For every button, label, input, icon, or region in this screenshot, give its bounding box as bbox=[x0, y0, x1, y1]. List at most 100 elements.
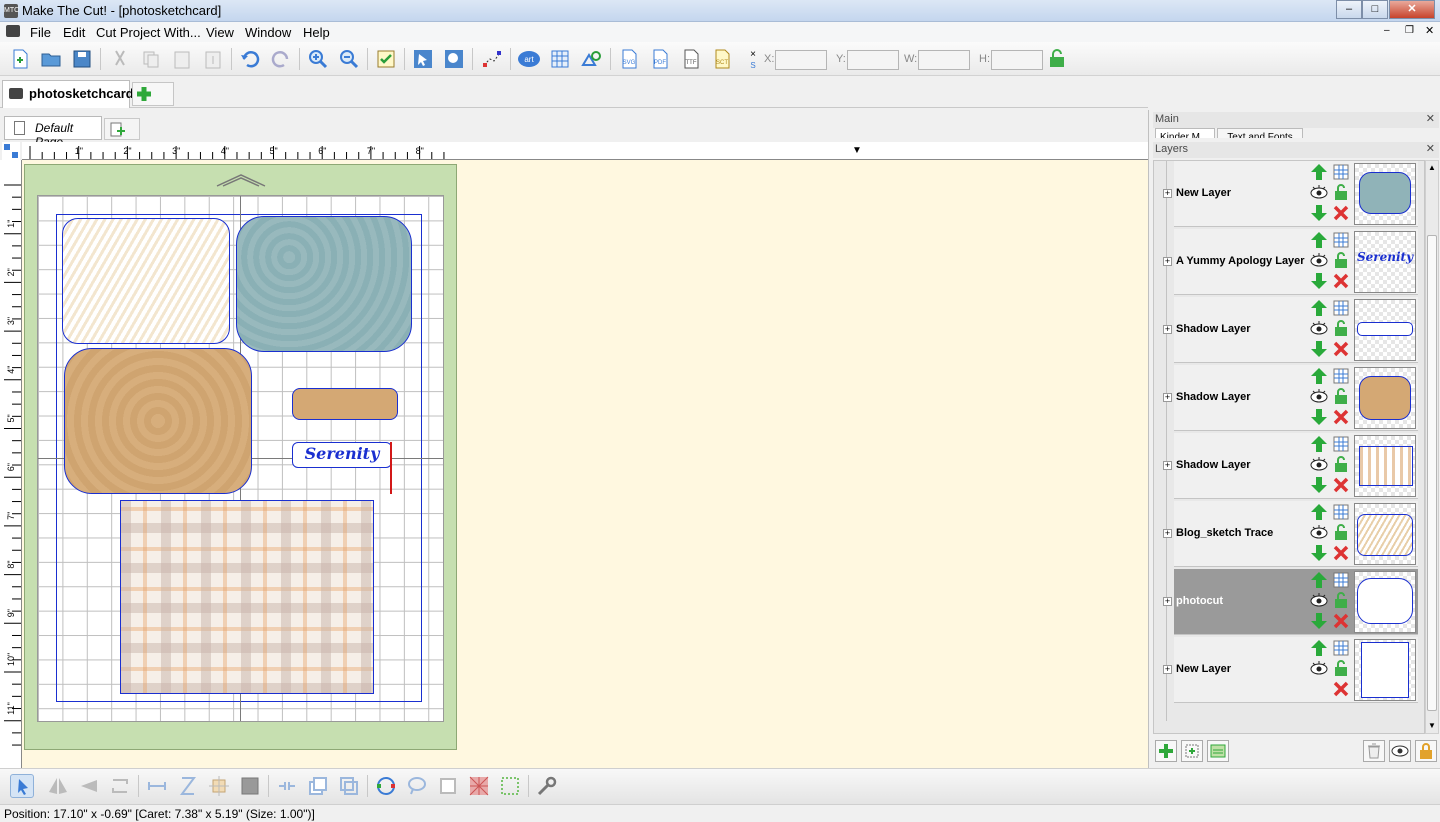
rectangle-tool-icon[interactable] bbox=[436, 774, 460, 798]
menu-cut-project-with[interactable]: Cut Project With... bbox=[96, 25, 201, 40]
delete-layer-button[interactable] bbox=[1363, 740, 1385, 762]
dotted-grid-icon[interactable] bbox=[498, 774, 522, 798]
open-folder-icon[interactable] bbox=[39, 47, 63, 71]
circle-tool-icon[interactable] bbox=[374, 774, 398, 798]
main-panel-close-icon[interactable]: ✕ bbox=[1426, 112, 1435, 125]
move-layer-up-icon[interactable] bbox=[1310, 571, 1328, 589]
cut-icon[interactable] bbox=[108, 47, 132, 71]
layer-lock-icon[interactable] bbox=[1332, 251, 1350, 269]
intersect-icon[interactable] bbox=[337, 774, 361, 798]
mdi-restore-button[interactable]: ❐ bbox=[1405, 25, 1414, 36]
move-layer-down-icon[interactable] bbox=[1310, 544, 1328, 562]
move-layer-down-icon[interactable] bbox=[1310, 612, 1328, 630]
layer-row[interactable]: + photocut bbox=[1163, 569, 1418, 635]
design-canvas[interactable]: Serenity bbox=[22, 160, 1148, 768]
layer-lock-icon[interactable] bbox=[1332, 591, 1350, 609]
layer-grid-icon[interactable] bbox=[1332, 435, 1350, 453]
weld-icon[interactable] bbox=[275, 774, 299, 798]
serenity-text-shape[interactable]: Serenity bbox=[292, 442, 392, 468]
layer-grid-icon[interactable] bbox=[1332, 503, 1350, 521]
move-layer-up-icon[interactable] bbox=[1310, 503, 1328, 521]
plaid-pattern-shape[interactable] bbox=[120, 500, 374, 694]
move-layer-down-icon[interactable] bbox=[1310, 476, 1328, 494]
lock-ratio-icon[interactable] bbox=[1045, 47, 1069, 71]
layer-lock-icon[interactable] bbox=[1332, 659, 1350, 677]
w-field[interactable] bbox=[918, 50, 970, 70]
move-layer-up-icon[interactable] bbox=[1310, 435, 1328, 453]
sketch-photo-shape[interactable] bbox=[62, 218, 230, 344]
layer-visibility-icon[interactable] bbox=[1310, 251, 1328, 269]
ruler-dropdown-icon[interactable]: ▼ bbox=[852, 145, 862, 156]
paste-icon[interactable] bbox=[170, 47, 194, 71]
layer-visibility-icon[interactable] bbox=[1310, 455, 1328, 473]
import-ttf-icon[interactable]: TTF bbox=[679, 47, 703, 71]
layer-visibility-icon[interactable] bbox=[1310, 319, 1328, 337]
menu-edit[interactable]: Edit bbox=[63, 25, 85, 40]
layer-lock-icon[interactable] bbox=[1332, 523, 1350, 541]
magnify-tool-icon[interactable] bbox=[442, 47, 466, 71]
add-sublayer-button[interactable] bbox=[1181, 740, 1203, 762]
close-window-button[interactable]: ✕ bbox=[1389, 0, 1435, 19]
import-cut-icon[interactable]: SCT bbox=[710, 47, 734, 71]
save-icon[interactable] bbox=[70, 47, 94, 71]
tan-pattern-shape[interactable] bbox=[64, 348, 252, 494]
checklist-icon[interactable] bbox=[374, 47, 398, 71]
scroll-up-icon[interactable]: ▲ bbox=[1428, 163, 1436, 172]
main-panel-tab-0[interactable]: Kinder M... bbox=[1155, 128, 1215, 138]
menu-window[interactable]: Window bbox=[245, 25, 291, 40]
delete-layer-icon[interactable] bbox=[1332, 408, 1350, 426]
delete-layer-icon[interactable] bbox=[1332, 612, 1350, 630]
copy-icon[interactable] bbox=[139, 47, 163, 71]
add-page-button[interactable] bbox=[104, 118, 140, 140]
layer-grid-icon[interactable] bbox=[1332, 571, 1350, 589]
zoom-out-icon[interactable] bbox=[337, 47, 361, 71]
select-tool-icon[interactable] bbox=[411, 47, 435, 71]
layer-grid-icon[interactable] bbox=[1332, 231, 1350, 249]
redo-icon[interactable] bbox=[269, 47, 293, 71]
center-icon[interactable] bbox=[207, 774, 231, 798]
move-layer-down-icon[interactable] bbox=[1310, 272, 1328, 290]
shadow-icon[interactable] bbox=[306, 774, 330, 798]
layer-grid-icon[interactable] bbox=[1332, 299, 1350, 317]
layer-lock-icon[interactable] bbox=[1332, 183, 1350, 201]
new-file-icon[interactable] bbox=[8, 47, 32, 71]
minimize-button[interactable]: – bbox=[1336, 0, 1362, 19]
dimensions-toggle-icon[interactable]: × S bbox=[741, 47, 756, 71]
wrench-icon[interactable] bbox=[535, 774, 559, 798]
move-layer-down-icon[interactable] bbox=[1310, 204, 1328, 222]
layer-expand-icon[interactable]: + bbox=[1163, 189, 1172, 198]
layer-row[interactable]: + New Layer bbox=[1163, 637, 1418, 703]
flip-vertical-icon[interactable] bbox=[77, 774, 101, 798]
distribute-icon[interactable] bbox=[176, 774, 200, 798]
layer-visibility-icon[interactable] bbox=[1310, 387, 1328, 405]
flip-horizontal-icon[interactable] bbox=[46, 774, 70, 798]
mat-up-arrow-icon[interactable] bbox=[215, 172, 267, 188]
move-layer-up-icon[interactable] bbox=[1310, 639, 1328, 657]
layer-expand-icon[interactable]: + bbox=[1163, 597, 1172, 606]
delete-layer-icon[interactable] bbox=[1332, 272, 1350, 290]
layer-row[interactable]: + New Layer bbox=[1163, 161, 1418, 227]
menu-view[interactable]: View bbox=[206, 25, 234, 40]
grid-tool-icon[interactable] bbox=[548, 47, 572, 71]
layers-scrollbar[interactable]: ▲ ▼ bbox=[1425, 160, 1439, 734]
pointer-tool-icon[interactable] bbox=[10, 774, 34, 798]
scroll-down-icon[interactable]: ▼ bbox=[1428, 721, 1436, 730]
delete-layer-icon[interactable] bbox=[1332, 680, 1350, 698]
move-layer-up-icon[interactable] bbox=[1310, 231, 1328, 249]
layer-expand-icon[interactable]: + bbox=[1163, 665, 1172, 674]
lasso-tool-icon[interactable] bbox=[405, 774, 429, 798]
scroll-thumb[interactable] bbox=[1427, 235, 1437, 711]
layer-expand-icon[interactable]: + bbox=[1163, 529, 1172, 538]
main-panel-tab-text-fonts[interactable]: Text and Fonts bbox=[1217, 128, 1303, 138]
align-icon[interactable] bbox=[145, 774, 169, 798]
layer-row[interactable]: + Shadow Layer bbox=[1163, 297, 1418, 363]
rotate-tool-icon[interactable] bbox=[108, 774, 132, 798]
document-tab[interactable]: photosketchcard bbox=[2, 80, 134, 108]
paste-inplace-icon[interactable] bbox=[201, 47, 225, 71]
layer-expand-icon[interactable]: + bbox=[1163, 257, 1172, 266]
layer-grid-icon[interactable] bbox=[1332, 163, 1350, 181]
layer-lock-icon[interactable] bbox=[1332, 387, 1350, 405]
delete-layer-icon[interactable] bbox=[1332, 340, 1350, 358]
menu-file[interactable]: File bbox=[30, 25, 51, 40]
delete-layer-icon[interactable] bbox=[1332, 544, 1350, 562]
